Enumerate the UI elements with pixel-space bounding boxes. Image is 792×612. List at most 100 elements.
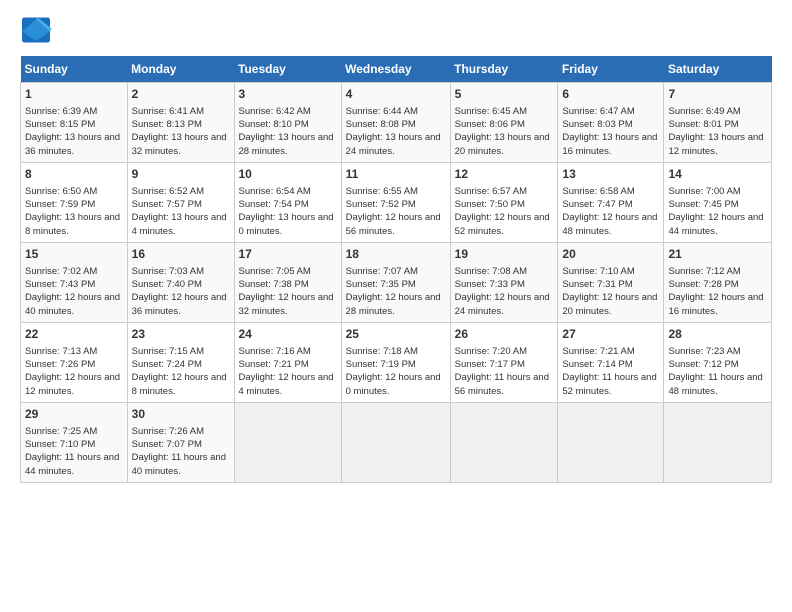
daylight-label: Daylight: 11 hours and 40 minutes. <box>132 452 226 476</box>
daylight-label: Daylight: 13 hours and 36 minutes. <box>25 132 120 156</box>
col-wednesday: Wednesday <box>341 56 450 83</box>
calendar-cell: 26Sunrise: 7:20 AMSunset: 7:17 PMDayligh… <box>450 323 558 403</box>
sunset-label: Sunset: 7:26 PM <box>25 359 95 370</box>
day-number: 16 <box>132 246 230 263</box>
calendar-cell: 1Sunrise: 6:39 AMSunset: 8:15 PMDaylight… <box>21 83 128 163</box>
sunset-label: Sunset: 8:03 PM <box>562 119 632 130</box>
day-number: 25 <box>346 326 446 343</box>
sunrise-label: Sunrise: 6:45 AM <box>455 106 527 117</box>
sunrise-label: Sunrise: 6:54 AM <box>239 186 311 197</box>
sunset-label: Sunset: 8:01 PM <box>668 119 738 130</box>
calendar-cell <box>450 403 558 483</box>
day-number: 24 <box>239 326 337 343</box>
col-sunday: Sunday <box>21 56 128 83</box>
sunrise-label: Sunrise: 7:21 AM <box>562 346 634 357</box>
sunset-label: Sunset: 7:59 PM <box>25 199 95 210</box>
daylight-label: Daylight: 13 hours and 0 minutes. <box>239 212 334 236</box>
daylight-label: Daylight: 12 hours and 0 minutes. <box>346 372 441 396</box>
daylight-label: Daylight: 12 hours and 36 minutes. <box>132 292 227 316</box>
day-number: 5 <box>455 86 554 103</box>
day-number: 6 <box>562 86 659 103</box>
sunset-label: Sunset: 7:14 PM <box>562 359 632 370</box>
calendar-cell: 2Sunrise: 6:41 AMSunset: 8:13 PMDaylight… <box>127 83 234 163</box>
sunset-label: Sunset: 8:13 PM <box>132 119 202 130</box>
day-number: 18 <box>346 246 446 263</box>
daylight-label: Daylight: 12 hours and 24 minutes. <box>455 292 550 316</box>
day-number: 9 <box>132 166 230 183</box>
day-number: 28 <box>668 326 767 343</box>
daylight-label: Daylight: 12 hours and 16 minutes. <box>668 292 763 316</box>
sunrise-label: Sunrise: 7:05 AM <box>239 266 311 277</box>
sunrise-label: Sunrise: 6:39 AM <box>25 106 97 117</box>
sunrise-label: Sunrise: 6:42 AM <box>239 106 311 117</box>
sunset-label: Sunset: 7:17 PM <box>455 359 525 370</box>
day-number: 23 <box>132 326 230 343</box>
sunset-label: Sunset: 7:43 PM <box>25 279 95 290</box>
calendar-cell: 8Sunrise: 6:50 AMSunset: 7:59 PMDaylight… <box>21 163 128 243</box>
sunset-label: Sunset: 7:24 PM <box>132 359 202 370</box>
sunrise-label: Sunrise: 7:13 AM <box>25 346 97 357</box>
day-number: 26 <box>455 326 554 343</box>
day-number: 10 <box>239 166 337 183</box>
col-monday: Monday <box>127 56 234 83</box>
day-number: 20 <box>562 246 659 263</box>
sunrise-label: Sunrise: 7:00 AM <box>668 186 740 197</box>
calendar-cell: 4Sunrise: 6:44 AMSunset: 8:08 PMDaylight… <box>341 83 450 163</box>
day-number: 13 <box>562 166 659 183</box>
calendar-row-0: 1Sunrise: 6:39 AMSunset: 8:15 PMDaylight… <box>21 83 772 163</box>
sunrise-label: Sunrise: 6:58 AM <box>562 186 634 197</box>
daylight-label: Daylight: 12 hours and 12 minutes. <box>25 372 120 396</box>
col-thursday: Thursday <box>450 56 558 83</box>
daylight-label: Daylight: 12 hours and 40 minutes. <box>25 292 120 316</box>
calendar-cell <box>341 403 450 483</box>
daylight-label: Daylight: 13 hours and 24 minutes. <box>346 132 441 156</box>
daylight-label: Daylight: 13 hours and 8 minutes. <box>25 212 120 236</box>
sunrise-label: Sunrise: 6:55 AM <box>346 186 418 197</box>
day-number: 21 <box>668 246 767 263</box>
calendar-cell: 6Sunrise: 6:47 AMSunset: 8:03 PMDaylight… <box>558 83 664 163</box>
daylight-label: Daylight: 12 hours and 8 minutes. <box>132 372 227 396</box>
daylight-label: Daylight: 13 hours and 28 minutes. <box>239 132 334 156</box>
sunset-label: Sunset: 8:06 PM <box>455 119 525 130</box>
sunrise-label: Sunrise: 7:15 AM <box>132 346 204 357</box>
sunset-label: Sunset: 7:50 PM <box>455 199 525 210</box>
sunset-label: Sunset: 8:10 PM <box>239 119 309 130</box>
sunset-label: Sunset: 7:40 PM <box>132 279 202 290</box>
calendar-cell: 3 Sunrise: 6:42 AM Sunset: 8:10 PM Daylight… <box>234 83 341 163</box>
day-number: 12 <box>455 166 554 183</box>
daylight-label: Daylight: 13 hours and 12 minutes. <box>668 132 763 156</box>
sunrise-label: Sunrise: 7:25 AM <box>25 426 97 437</box>
day-number: 2 <box>132 86 230 103</box>
calendar-cell: 5Sunrise: 6:45 AMSunset: 8:06 PMDaylight… <box>450 83 558 163</box>
sunset-label: Sunset: 7:54 PM <box>239 199 309 210</box>
sunrise-label: Sunrise: 6:49 AM <box>668 106 740 117</box>
calendar-cell: 23 Sunrise: 7:15 AM Sunset: 7:24 PM Dayligh… <box>127 323 234 403</box>
col-tuesday: Tuesday <box>234 56 341 83</box>
calendar-cell: 11Sunrise: 6:55 AMSunset: 7:52 PMDayligh… <box>341 163 450 243</box>
calendar-cell: 16 Sunrise: 7:03 AM Sunset: 7:40 PM Dayligh… <box>127 243 234 323</box>
daylight-label: Daylight: 12 hours and 52 minutes. <box>455 212 550 236</box>
sunrise-label: Sunrise: 7:18 AM <box>346 346 418 357</box>
calendar-cell: 10 Sunrise: 6:54 AM Sunset: 7:54 PM Dayligh… <box>234 163 341 243</box>
calendar-cell: 24Sunrise: 7:16 AMSunset: 7:21 PMDayligh… <box>234 323 341 403</box>
logo <box>20 16 56 44</box>
daylight-label: Daylight: 12 hours and 48 minutes. <box>562 212 657 236</box>
sunset-label: Sunset: 7:07 PM <box>132 439 202 450</box>
sunset-label: Sunset: 7:38 PM <box>239 279 309 290</box>
sunrise-label: Sunrise: 7:03 AM <box>132 266 204 277</box>
sunrise-label: Sunrise: 6:44 AM <box>346 106 418 117</box>
day-number: 11 <box>346 166 446 183</box>
calendar-cell: 13Sunrise: 6:58 AMSunset: 7:47 PMDayligh… <box>558 163 664 243</box>
daylight-label: Daylight: 13 hours and 32 minutes. <box>132 132 227 156</box>
sunset-label: Sunset: 7:52 PM <box>346 199 416 210</box>
day-number: 29 <box>25 406 123 423</box>
calendar-cell: 9Sunrise: 6:52 AMSunset: 7:57 PMDaylight… <box>127 163 234 243</box>
sunset-label: Sunset: 8:15 PM <box>25 119 95 130</box>
sunset-label: Sunset: 7:31 PM <box>562 279 632 290</box>
calendar-cell: 29Sunrise: 7:25 AMSunset: 7:10 PMDayligh… <box>21 403 128 483</box>
day-number: 3 <box>239 86 337 103</box>
sunrise-label: Sunrise: 6:47 AM <box>562 106 634 117</box>
daylight-label: Daylight: 11 hours and 52 minutes. <box>562 372 656 396</box>
calendar-cell: 27Sunrise: 7:21 AMSunset: 7:14 PMDayligh… <box>558 323 664 403</box>
sunrise-label: Sunrise: 7:16 AM <box>239 346 311 357</box>
